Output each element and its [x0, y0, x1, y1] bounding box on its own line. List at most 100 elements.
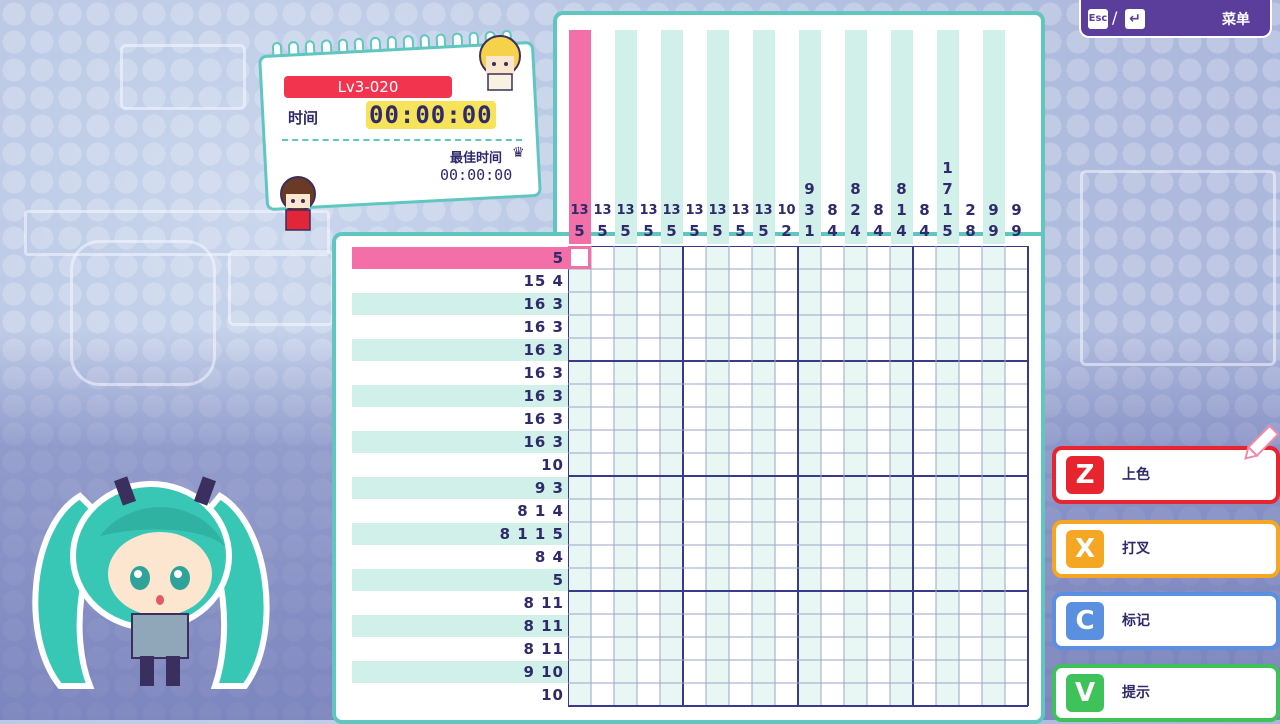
c-key-icon: C — [1066, 602, 1104, 640]
row-clue: 16 3 — [523, 340, 564, 359]
column-clue-number: 9 — [804, 180, 815, 198]
row-clue: 8 1 4 — [517, 501, 564, 520]
row-clue: 8 11 — [523, 593, 564, 612]
column-clue-number: 13 — [616, 203, 635, 218]
menu-label: 菜单 — [1222, 12, 1250, 28]
column-clue-number: 4 — [827, 222, 838, 240]
column-clue-number: 4 — [850, 222, 861, 240]
pencil-icon — [1244, 424, 1280, 460]
row-clue: 16 3 — [523, 409, 564, 428]
row-clue: 5 — [552, 248, 564, 267]
column-clue-number: 5 — [712, 222, 723, 240]
puzzle-grid[interactable] — [568, 246, 1030, 708]
column-clue-number: 5 — [574, 222, 585, 240]
column-clue-number: 8 — [965, 222, 976, 240]
column-clue-number: 4 — [919, 222, 930, 240]
column-clue-number: 1 — [942, 159, 953, 177]
x-key-icon: X — [1066, 530, 1104, 568]
row-clue: 8 11 — [523, 639, 564, 658]
background-chair — [70, 240, 216, 386]
column-clue-number: 13 — [685, 203, 704, 218]
column-clue-number: 8 — [919, 201, 930, 219]
row-clue: 16 3 — [523, 386, 564, 405]
len-character-icon — [479, 35, 521, 91]
level-badge: Lv3-020 — [284, 76, 452, 98]
column-clue-number: 13 — [754, 203, 773, 218]
column-clue-number: 8 — [873, 201, 884, 219]
row-clue: 15 4 — [523, 271, 564, 290]
column-clue-number: 13 — [570, 203, 589, 218]
card-divider — [282, 139, 522, 141]
column-clue-number: 13 — [593, 203, 612, 218]
color-tool-label: 上色 — [1122, 467, 1150, 483]
row-clue: 16 3 — [523, 432, 564, 451]
column-clue-number: 5 — [597, 222, 608, 240]
column-clue-number: 13 — [708, 203, 727, 218]
background-printer — [120, 44, 246, 110]
grid-cursor[interactable] — [568, 246, 591, 269]
v-key-icon: V — [1066, 674, 1104, 712]
column-clue-number: 13 — [662, 203, 681, 218]
column-clue-number: 5 — [643, 222, 654, 240]
column-clue-number: 4 — [873, 222, 884, 240]
column-clue-number: 5 — [689, 222, 700, 240]
menu-slash: / — [1112, 8, 1118, 27]
column-clue-number: 1 — [896, 201, 907, 219]
row-clue: 16 3 — [523, 317, 564, 336]
menu-button[interactable]: Esc / ↵ 菜单 — [1079, 0, 1272, 38]
column-clue-number: 9 — [988, 222, 999, 240]
cross-tool-label: 打叉 — [1122, 541, 1150, 557]
best-time-label: 最佳时间 — [450, 151, 503, 166]
row-clue: 9 3 — [534, 478, 564, 497]
column-clue-number: 10 — [777, 203, 796, 218]
miku-mascot-icon — [32, 476, 270, 689]
column-clue-number: 4 — [896, 222, 907, 240]
row-clue: 10 — [541, 455, 564, 474]
row-clue: 9 10 — [523, 662, 564, 681]
column-clue-number: 13 — [639, 203, 658, 218]
row-stripe — [352, 246, 568, 269]
row-clue: 16 3 — [523, 363, 564, 382]
column-clue-number: 13 — [731, 203, 750, 218]
best-time-value: 00:00:00 — [440, 166, 513, 184]
time-value: 00:00:00 — [366, 101, 496, 129]
row-stripe — [352, 568, 568, 591]
background-shelf — [1080, 170, 1276, 366]
column-clue-number: 5 — [735, 222, 746, 240]
column-clue-number: 9 — [988, 201, 999, 219]
meiko-character-icon — [280, 176, 316, 231]
row-clue: 8 1 1 5 — [499, 524, 564, 543]
column-clue-number: 5 — [758, 222, 769, 240]
column-clue-number: 8 — [827, 201, 838, 219]
column-clue-number: 7 — [942, 180, 953, 198]
column-clue-number: 9 — [1011, 201, 1022, 219]
mark-tool-label: 标记 — [1122, 613, 1150, 629]
time-label: 时间 — [288, 109, 319, 127]
hint-tool-button[interactable]: V 提示 — [1052, 664, 1280, 722]
z-key-icon: Z — [1066, 456, 1104, 494]
crown-icon: ♛ — [512, 145, 525, 161]
column-clue-number: 2 — [965, 201, 976, 219]
column-clue-number: 2 — [850, 201, 861, 219]
column-clue-number: 3 — [804, 201, 815, 219]
enter-key-icon: ↵ — [1125, 9, 1145, 29]
mark-tool-button[interactable]: C 标记 — [1052, 592, 1280, 650]
column-clue-number: 9 — [1011, 222, 1022, 240]
row-clue: 5 — [552, 570, 564, 589]
row-clue: 8 11 — [523, 616, 564, 635]
column-clue-number: 8 — [896, 180, 907, 198]
column-clue-number: 1 — [804, 222, 815, 240]
hint-tool-label: 提示 — [1122, 685, 1150, 701]
column-clue-number: 5 — [620, 222, 631, 240]
column-clue-number: 8 — [850, 180, 861, 198]
row-clue: 10 — [541, 685, 564, 704]
cross-tool-button[interactable]: X 打叉 — [1052, 520, 1280, 578]
row-clue: 16 3 — [523, 294, 564, 313]
column-clue-number: 1 — [942, 201, 953, 219]
column-clue-number: 2 — [781, 222, 792, 240]
row-clue: 8 4 — [534, 547, 564, 566]
column-clue-number: 5 — [666, 222, 677, 240]
esc-key-icon: Esc — [1088, 9, 1108, 29]
column-clue-number: 5 — [942, 222, 953, 240]
background-drawer — [228, 250, 334, 326]
